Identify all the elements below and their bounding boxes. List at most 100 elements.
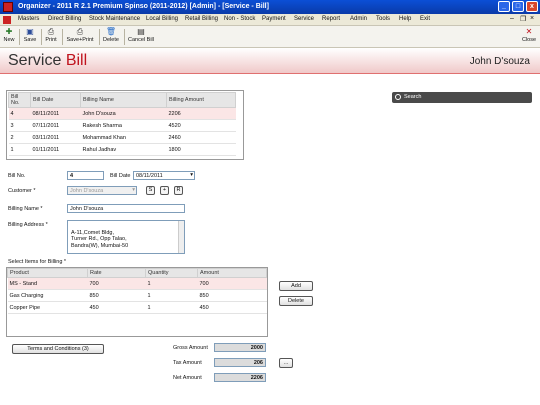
toolbar: ✚ New ▣ Save ⎙ Print ⎙ Save+Print 🗑 Dele… bbox=[0, 26, 540, 48]
bill-list-table: Bill No. Bill Date Billing Name Billing … bbox=[8, 92, 236, 156]
billing-address-field[interactable]: A-11,Comet Bldg, Turner Rd., Opp Talao, … bbox=[67, 220, 185, 254]
delete-label: Delete bbox=[103, 37, 119, 43]
window-title: Organizer - 2011 R 2.1 Premium Spinso (2… bbox=[18, 3, 269, 10]
terms-conditions-button[interactable]: Terms and Conditions (3) bbox=[12, 344, 104, 354]
tax-details-button[interactable]: ... bbox=[279, 358, 293, 368]
table-row[interactable]: MS - Stand 700 1 700 bbox=[7, 277, 267, 290]
col-rate[interactable]: Rate bbox=[87, 268, 146, 278]
mdi-restore-icon[interactable]: ❐ bbox=[520, 15, 526, 23]
tax-amount-field: 206 bbox=[214, 358, 266, 367]
mdi-minimize-icon[interactable]: – bbox=[510, 15, 514, 22]
cell: 4 bbox=[8, 107, 31, 120]
items-label: Select Items for Billing * bbox=[8, 259, 67, 265]
col-billing-name[interactable]: Billing Name bbox=[80, 92, 167, 108]
items-panel: Product Rate Quantity Amount MS - Stand … bbox=[6, 267, 268, 337]
col-bill-no[interactable]: Bill No. bbox=[8, 92, 31, 108]
menu-retail-billing[interactable]: Retail Billing bbox=[185, 16, 218, 22]
customer-value: John D'souza bbox=[70, 188, 104, 194]
refresh-customer-button[interactable]: R bbox=[174, 186, 183, 195]
net-amount-label: Net Amount bbox=[173, 375, 202, 381]
menu-tools[interactable]: Tools bbox=[376, 16, 390, 22]
bill-list-panel: Bill No. Bill Date Billing Name Billing … bbox=[6, 90, 244, 160]
col-product[interactable]: Product bbox=[7, 268, 88, 278]
toolbar-separator bbox=[41, 29, 42, 45]
menu-admin[interactable]: Admin bbox=[350, 16, 367, 22]
cell: 4520 bbox=[166, 119, 236, 132]
bill-date-field[interactable]: 08/11/2011 ▾ bbox=[133, 171, 195, 180]
customer-search-button[interactable]: S bbox=[146, 186, 155, 195]
bill-no-field[interactable]: 4 bbox=[67, 171, 104, 180]
cell: Rakesh Sharma bbox=[80, 119, 167, 132]
table-row[interactable]: 4 08/11/2011 John D'souza 2206 bbox=[8, 107, 236, 120]
add-customer-button[interactable]: + bbox=[160, 186, 169, 195]
items-header: Product Rate Quantity Amount bbox=[7, 268, 267, 278]
bill-date-label: Bill Date bbox=[110, 173, 131, 179]
delete-button[interactable]: 🗑 Delete bbox=[101, 27, 121, 47]
cancel-bill-button[interactable]: ▤ Cancel Bill bbox=[127, 27, 155, 47]
chevron-down-icon[interactable]: ▾ bbox=[132, 187, 135, 193]
address-scrollbar[interactable] bbox=[178, 221, 184, 253]
cell: 07/11/2011 bbox=[30, 119, 81, 132]
document-icon[interactable] bbox=[3, 16, 11, 24]
search-box[interactable]: Search bbox=[392, 92, 532, 103]
chevron-down-icon[interactable]: ▾ bbox=[190, 172, 193, 178]
billing-address-label: Billing Address * bbox=[8, 222, 48, 228]
cancel-bill-icon: ▤ bbox=[137, 27, 145, 36]
customer-select[interactable]: John D'souza ▾ bbox=[67, 186, 137, 195]
customer-label: Customer * bbox=[8, 188, 36, 194]
table-row[interactable]: 3 07/11/2011 Rakesh Sharma 4520 bbox=[8, 119, 236, 132]
close-window-button[interactable]: x bbox=[526, 1, 538, 12]
table-row[interactable]: Gas Charging 850 1 850 bbox=[7, 289, 267, 302]
maximize-button[interactable]: □ bbox=[512, 1, 524, 12]
header-customer-name: John D'souza bbox=[469, 56, 530, 67]
page-title-service: Service bbox=[8, 52, 62, 69]
close-label: Close bbox=[521, 37, 537, 43]
delete-item-button[interactable]: Delete bbox=[279, 296, 313, 306]
add-item-button[interactable]: Add bbox=[279, 281, 313, 291]
menu-direct-billing[interactable]: Direct Billing bbox=[48, 16, 81, 22]
col-billing-amount[interactable]: Billing Amount bbox=[166, 92, 236, 108]
toolbar-separator bbox=[99, 29, 100, 45]
menu-non-stock[interactable]: Non - Stock bbox=[224, 16, 255, 22]
menu-report[interactable]: Report bbox=[322, 16, 340, 22]
mdi-close-icon[interactable]: × bbox=[530, 15, 534, 22]
cell: 700 bbox=[87, 277, 146, 290]
cell: Mohammad Khan bbox=[80, 131, 167, 144]
menu-service[interactable]: Service bbox=[294, 16, 314, 22]
cancel-bill-label: Cancel Bill bbox=[128, 37, 154, 43]
cell: 450 bbox=[87, 301, 146, 314]
menu-masters[interactable]: Masters bbox=[18, 16, 39, 22]
menu-local-billing[interactable]: Local Billing bbox=[146, 16, 178, 22]
minimize-button[interactable]: _ bbox=[498, 1, 510, 12]
cell: 1 bbox=[145, 277, 198, 290]
cell: 3 bbox=[8, 119, 31, 132]
print-button[interactable]: ⎙ Print bbox=[43, 27, 59, 47]
table-row[interactable]: Copper Pipe 450 1 450 bbox=[7, 301, 267, 314]
menu-help[interactable]: Help bbox=[399, 16, 411, 22]
billing-name-field[interactable]: John D'souza bbox=[67, 204, 185, 213]
save-button[interactable]: ▣ Save bbox=[22, 27, 38, 47]
menu-bar: Masters Direct Billing Stock Maintenance… bbox=[0, 14, 540, 26]
table-row[interactable]: 2 03/11/2011 Mohammad Khan 2460 bbox=[8, 131, 236, 144]
gross-amount-label: Gross Amount bbox=[173, 345, 208, 351]
cell: 700 bbox=[197, 277, 267, 290]
col-amount[interactable]: Amount bbox=[197, 268, 267, 278]
col-bill-date[interactable]: Bill Date bbox=[30, 92, 81, 108]
menu-stock-maintenance[interactable]: Stock Maintenance bbox=[89, 16, 140, 22]
menu-payment[interactable]: Payment bbox=[262, 16, 286, 22]
bill-date-value: 08/11/2011 bbox=[136, 173, 163, 179]
menu-exit[interactable]: Exit bbox=[420, 16, 430, 22]
new-button[interactable]: ✚ New bbox=[2, 27, 16, 47]
cell: 1 bbox=[145, 301, 198, 314]
cell: 450 bbox=[197, 301, 267, 314]
col-quantity[interactable]: Quantity bbox=[145, 268, 198, 278]
billing-name-label: Billing Name * bbox=[8, 206, 43, 212]
search-icon bbox=[395, 94, 401, 100]
close-form-button[interactable]: ✕ Close bbox=[520, 27, 538, 47]
save-print-button[interactable]: ⎙ Save+Print bbox=[64, 27, 96, 47]
table-row[interactable]: 1 01/11/2011 Rahul Jadhav 1800 bbox=[8, 143, 236, 156]
gross-amount-field: 2000 bbox=[214, 343, 266, 352]
cell: John D'souza bbox=[80, 107, 167, 120]
cell: 2 bbox=[8, 131, 31, 144]
save-label: Save bbox=[23, 37, 37, 43]
